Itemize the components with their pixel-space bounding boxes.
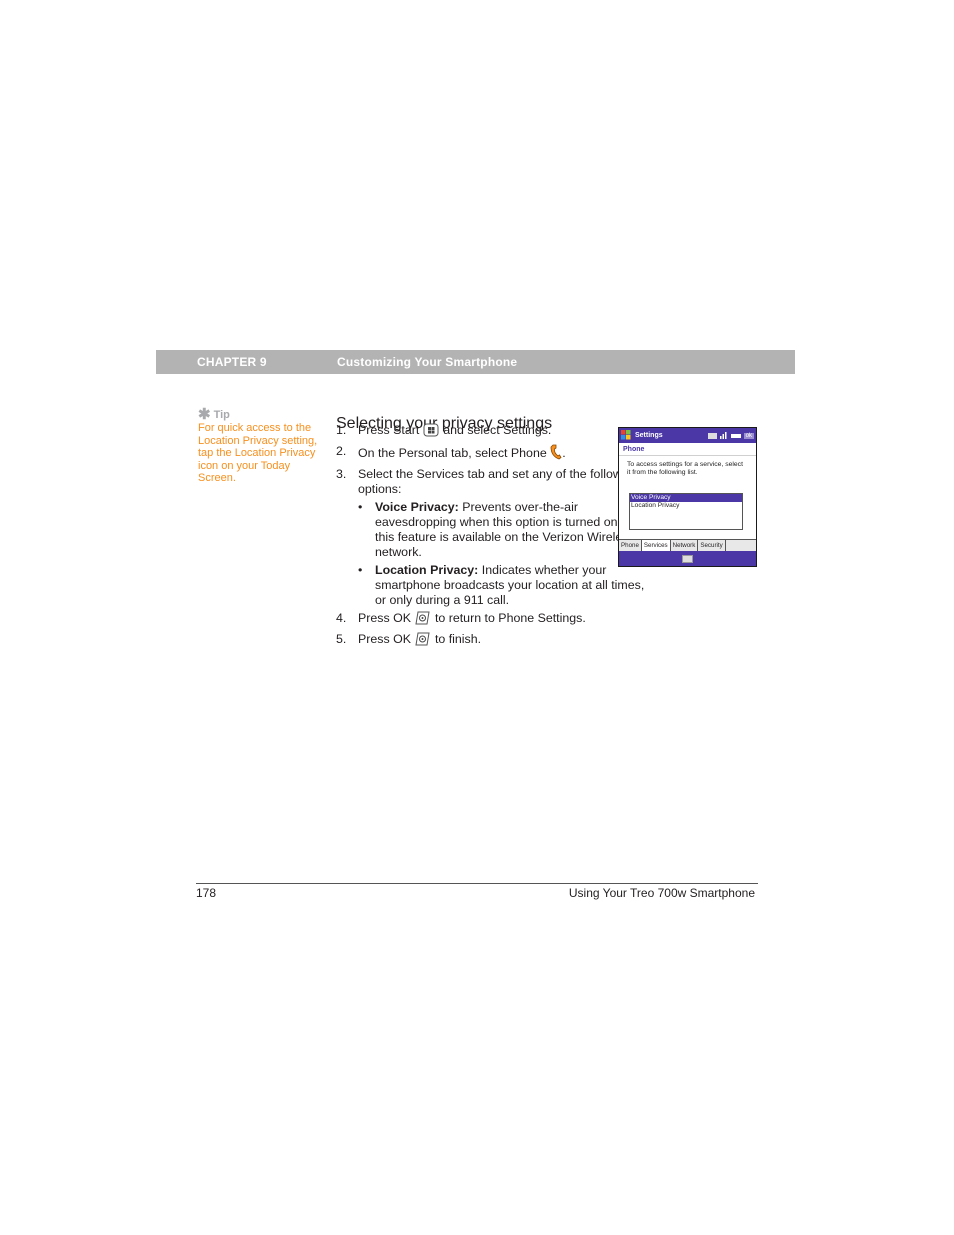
list-item-location-privacy[interactable]: Location Privacy <box>630 502 742 510</box>
option-term: Voice Privacy: <box>375 500 459 514</box>
tip-text: For quick access to the Location Privacy… <box>198 422 318 485</box>
screenshot-bottom-bar <box>619 551 756 566</box>
tab-network[interactable]: Network <box>671 540 699 551</box>
book-title: Using Your Treo 700w Smartphone <box>568 886 755 900</box>
screenshot-tabs: Phone Services Network Security <box>619 539 756 551</box>
screenshot-page-title: Phone <box>619 443 756 456</box>
step-number: 3. <box>336 467 347 481</box>
step-3: 3. Select the Services tab and set any o… <box>336 467 639 496</box>
steps-list: 1. Press Start and select Settings. 2. O… <box>336 423 646 650</box>
screenshot-description: To access settings for a service, select… <box>627 461 743 476</box>
option-voice-privacy: • Voice Privacy: Prevents over-the-air e… <box>358 500 642 559</box>
screenshot-title: Settings <box>635 432 663 439</box>
tip-sidebar: ✱ Tip For quick access to the Location P… <box>198 407 323 485</box>
option-location-privacy: • Location Privacy: Indicates whether yo… <box>358 563 645 607</box>
asterisk-icon: ✱ <box>198 406 211 423</box>
chapter-number: CHAPTER 9 <box>197 355 267 369</box>
phone-settings-screenshot: Settings ok Phone To access settings for… <box>618 427 757 567</box>
footer-divider <box>196 883 758 884</box>
windows-start-icon <box>423 423 440 441</box>
step-number: 5. <box>336 632 347 646</box>
step-number: 1. <box>336 423 347 437</box>
ev-icon <box>707 432 717 439</box>
step-2: 2. On the Personal tab, select Phone . <box>336 444 646 464</box>
keyboard-icon[interactable] <box>682 554 693 563</box>
tip-label: Tip <box>213 408 230 421</box>
status-icons: ok <box>707 431 756 441</box>
chapter-header-bar: CHAPTER 9 Customizing Your Smartphone <box>156 350 795 374</box>
ok-button-icon <box>414 632 431 650</box>
phone-icon <box>550 444 562 464</box>
list-item-voice-privacy[interactable]: Voice Privacy <box>630 494 742 502</box>
signal-icon <box>719 431 728 441</box>
tab-security[interactable]: Security <box>698 540 726 551</box>
page-number: 178 <box>196 886 217 900</box>
tab-services[interactable]: Services <box>641 540 671 551</box>
options-list: • Voice Privacy: Prevents over-the-air e… <box>336 500 646 608</box>
screenshot-titlebar: Settings ok <box>619 428 756 443</box>
step-number: 4. <box>336 611 347 625</box>
option-term: Location Privacy: <box>375 563 479 577</box>
step-number: 2. <box>336 444 347 458</box>
battery-icon <box>730 433 741 438</box>
step-1: 1. Press Start and select Settings. <box>336 423 646 441</box>
step-4: 4. Press OK to return to Phone Settings. <box>336 611 646 629</box>
tab-phone[interactable]: Phone <box>619 540 642 551</box>
services-list: Voice Privacy Location Privacy <box>629 493 743 530</box>
ok-button-icon <box>414 611 431 629</box>
ok-button[interactable]: ok <box>743 432 754 439</box>
chapter-title: Customizing Your Smartphone <box>337 355 518 369</box>
step-5: 5. Press OK to finish. <box>336 632 646 650</box>
windows-flag-icon <box>621 429 631 442</box>
tip-header: ✱ Tip <box>198 407 323 422</box>
